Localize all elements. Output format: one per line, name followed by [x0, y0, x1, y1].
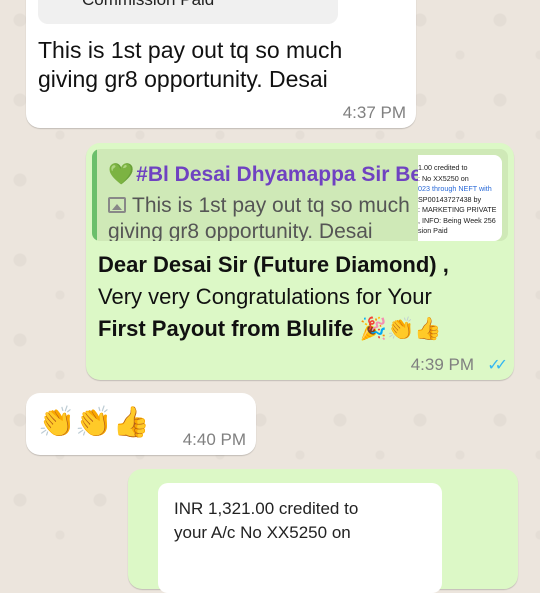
- quote-accent-bar: [92, 149, 97, 241]
- quoted-reply[interactable]: 💚#Bl Desai Dhyamappa Sir Be... This is 1…: [92, 149, 508, 241]
- thumbnail-line: 1.00 credited to: [418, 163, 468, 172]
- quote-author: 💚#Bl Desai Dhyamappa Sir Be...: [108, 163, 440, 187]
- message-timestamp: 4:39 PM: [410, 355, 474, 374]
- thumbnail-line: sion Paid: [418, 226, 448, 235]
- message-text: This is 1st pay out tq so much giving gr…: [38, 37, 343, 92]
- card-text: INR 1,321.00 credited to your A/c No XX5…: [174, 497, 358, 545]
- thumbnail-line: SP00143727438 by: [418, 194, 482, 204]
- double-check-icon: ✓✓: [487, 357, 508, 374]
- quote-thumbnail: 1.00 credited to : No XX5250 on 023 thro…: [418, 155, 502, 241]
- emoji-message: 👏👏👍: [38, 406, 151, 439]
- celebration-emojis: 🎉👏👍: [359, 316, 442, 341]
- forwarded-text-card[interactable]: INR 1,321.00 credited to your A/c No XX5…: [158, 483, 442, 593]
- quote-text-content: This is 1st pay out tq so much giving gr…: [108, 194, 410, 241]
- thumbnail-line: : No XX5250 on: [418, 173, 469, 183]
- message-text: Dear Desai Sir (Future Diamond) , Very v…: [98, 249, 508, 345]
- thumbnail-line: : MARKETING PRIVATE: [418, 205, 497, 214]
- incoming-message-bubble[interactable]: Commission Paid This is 1st pay out tq s…: [26, 0, 416, 128]
- card-line-2: your A/c No XX5250 on: [174, 523, 351, 542]
- document-label: Commission Paid: [82, 0, 214, 10]
- thumbnail-line: 023 through NEFT with: [418, 184, 492, 193]
- message-line-3: First Payout from Blulife: [98, 316, 354, 341]
- message-timestamp: 4:37 PM: [342, 103, 406, 122]
- message-timestamp: 4:40 PM: [182, 430, 246, 449]
- quote-author-name: #Bl Desai Dhyamappa Sir Be...: [136, 163, 440, 186]
- outgoing-message-bubble[interactable]: INR 1,321.00 credited to your A/c No XX5…: [128, 469, 518, 593]
- outgoing-message-bubble[interactable]: 💚#Bl Desai Dhyamappa Sir Be... This is 1…: [86, 143, 514, 380]
- thumbnail-line: , INFO: Being Week 256: [418, 215, 496, 225]
- document-preview[interactable]: Commission Paid: [38, 0, 338, 24]
- image-icon: [108, 197, 126, 213]
- quote-text: This is 1st pay out tq so much giving gr…: [108, 193, 418, 241]
- card-line-1: INR 1,321.00 credited to: [174, 499, 359, 518]
- message-line-2: Very very Congratulations for Your: [98, 284, 432, 309]
- incoming-message-bubble[interactable]: 👏👏👍 4:40 PM: [26, 393, 256, 455]
- green-heart-icon: 💚: [108, 163, 135, 186]
- message-line-1: Dear Desai Sir (Future Diamond) ,: [98, 252, 449, 277]
